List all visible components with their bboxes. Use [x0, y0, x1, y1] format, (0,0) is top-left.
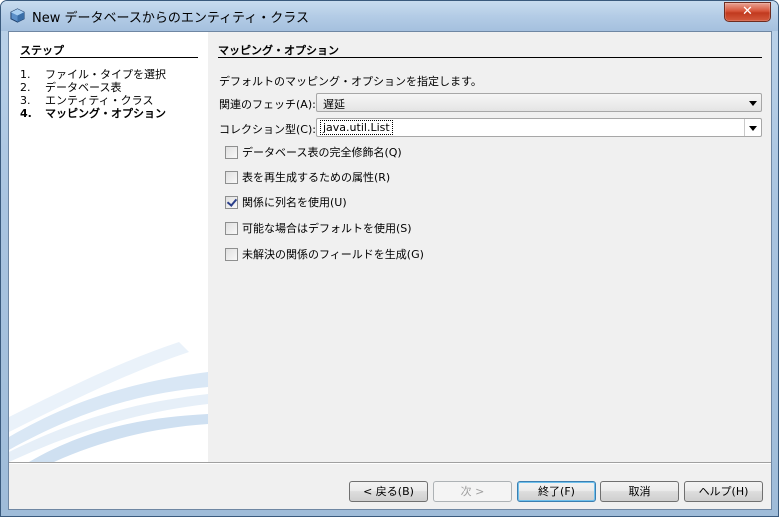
decorative-swoosh-graphic: [9, 342, 208, 462]
step-label: ファイル・タイプを選択: [45, 68, 166, 81]
back-button[interactable]: < 戻る(B): [349, 481, 428, 502]
use-column-names-checkbox[interactable]: 関係に列名を使用(U): [225, 194, 347, 210]
cancel-button[interactable]: 取消: [600, 481, 679, 502]
steps-list: 1. ファイル・タイプを選択 2. データベース表 3. エンティティ・クラス …: [20, 68, 205, 120]
checkbox-label: 未解決の関係のフィールドを生成(G): [242, 248, 424, 261]
collection-type-label: コレクション型(C):: [219, 123, 316, 136]
step-label: エンティティ・クラス: [45, 94, 154, 107]
fetch-combobox[interactable]: 遅延: [316, 93, 762, 112]
fetch-label: 関連のフェッチ(A):: [219, 98, 316, 111]
checkbox-box[interactable]: [225, 221, 238, 235]
step-number: 2.: [20, 81, 31, 94]
netbeans-cube-icon: [10, 8, 25, 23]
close-button[interactable]: ✕: [724, 2, 771, 22]
checkbox-box[interactable]: [225, 145, 238, 159]
button-separator: [9, 462, 771, 464]
checkbox-label: データベース表の完全修飾名(Q): [242, 146, 402, 159]
steps-title: ステップ: [20, 42, 198, 58]
fetch-value: 遅延: [323, 98, 345, 111]
chevron-down-icon: [749, 101, 757, 106]
finish-button[interactable]: 終了(F): [517, 481, 596, 502]
checkbox-label: 可能な場合はデフォルトを使用(S): [242, 222, 412, 235]
step-label: マッピング・オプション: [45, 107, 166, 120]
step-item-current: 4. マッピング・オプション: [20, 107, 205, 120]
collection-type-value: java.util.List: [320, 120, 393, 135]
window-title: New データベースからのエンティティ・クラス: [32, 11, 310, 26]
next-button[interactable]: 次 >: [433, 481, 512, 502]
step-item: 1. ファイル・タイプを選択: [20, 68, 205, 81]
step-number: 3.: [20, 94, 31, 107]
checkbox-box[interactable]: [225, 247, 238, 261]
mapping-options-panel: マッピング・オプション デフォルトのマッピング・オプションを指定します。 関連の…: [208, 32, 773, 462]
step-item: 2. データベース表: [20, 81, 205, 94]
checkbox-box-checked[interactable]: [225, 195, 238, 209]
regenerate-attributes-checkbox[interactable]: 表を再生成するための属性(R): [225, 169, 390, 185]
generate-unresolved-fields-checkbox[interactable]: 未解決の関係のフィールドを生成(G): [225, 246, 424, 262]
section-title: マッピング・オプション: [218, 42, 762, 58]
description-text: デフォルトのマッピング・オプションを指定します。: [219, 75, 482, 88]
help-button[interactable]: ヘルプ(H): [684, 481, 763, 502]
checkbox-box[interactable]: [225, 170, 238, 184]
close-icon: ✕: [742, 4, 753, 19]
qualified-names-checkbox[interactable]: データベース表の完全修飾名(Q): [225, 144, 402, 160]
dialog-window: New データベースからのエンティティ・クラス ✕ ステップ 1. ファイル・タ…: [0, 0, 779, 517]
dialog-client-area: ステップ 1. ファイル・タイプを選択 2. データベース表 3. エンティティ…: [8, 31, 772, 510]
step-label: データベース表: [45, 81, 122, 94]
step-number: 4.: [20, 107, 32, 120]
chevron-down-icon: [749, 126, 757, 131]
collection-type-combobox[interactable]: java.util.List: [316, 118, 762, 137]
checkbox-label: 表を再生成するための属性(R): [242, 171, 391, 184]
step-number: 1.: [20, 68, 31, 81]
use-defaults-checkbox[interactable]: 可能な場合はデフォルトを使用(S): [225, 220, 412, 236]
steps-panel: ステップ 1. ファイル・タイプを選択 2. データベース表 3. エンティティ…: [9, 32, 208, 462]
title-bar[interactable]: New データベースからのエンティティ・クラス ✕: [1, 1, 778, 31]
step-item: 3. エンティティ・クラス: [20, 94, 205, 107]
checkbox-label: 関係に列名を使用(U): [242, 196, 347, 209]
